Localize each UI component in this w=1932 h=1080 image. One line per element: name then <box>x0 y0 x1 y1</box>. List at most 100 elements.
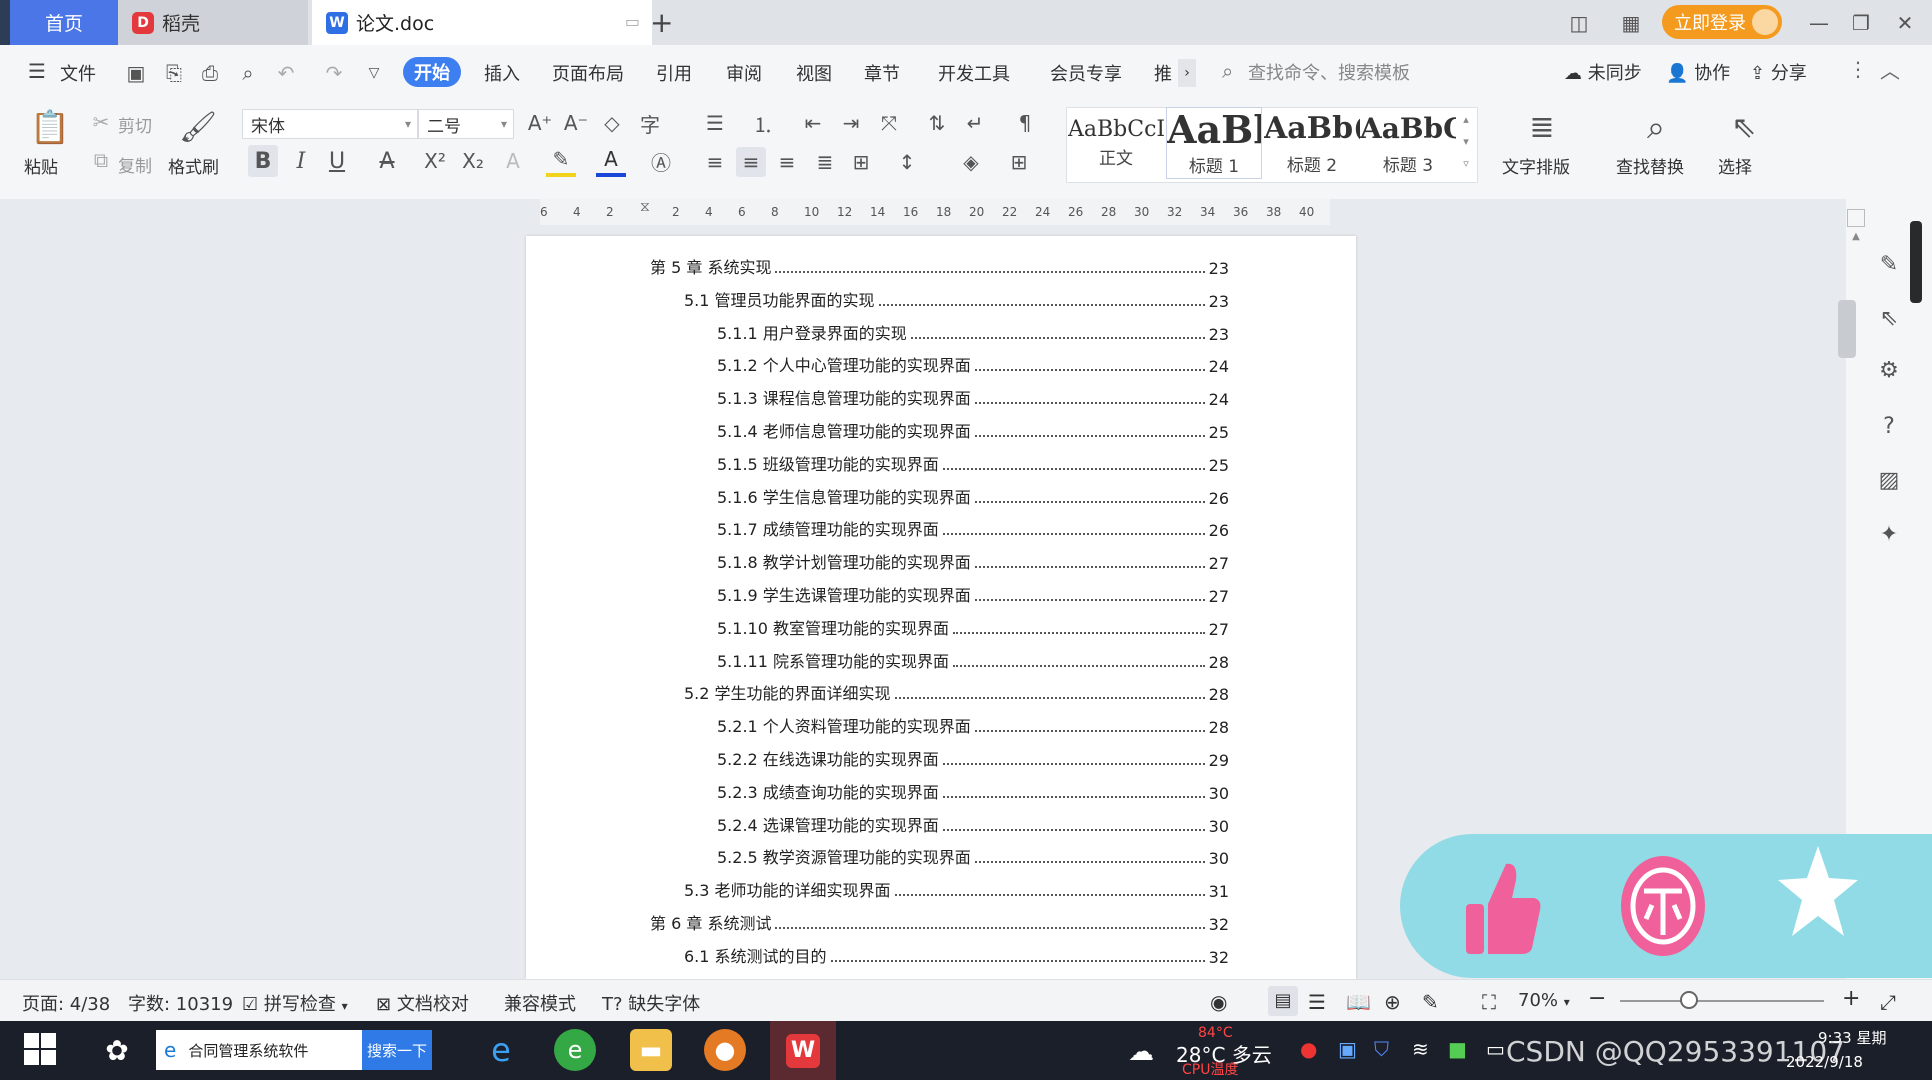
command-search-input[interactable]: 查找命令、搜索模板 <box>1248 59 1410 85</box>
apps-grid-icon[interactable]: ▦ <box>1616 8 1646 38</box>
compat-mode[interactable]: 兼容模式 <box>504 990 576 1016</box>
line-spacing-icon[interactable]: ↕ <box>892 147 922 177</box>
style-heading-1[interactable]: AaBl 标题 1 <box>1166 107 1262 179</box>
windows-start-icon[interactable] <box>24 1033 56 1065</box>
tab-member[interactable]: 会员专享 <box>1050 60 1122 86</box>
sort-icon[interactable]: ⇅ <box>922 109 952 137</box>
tab-page-layout[interactable]: 页面布局 <box>552 60 624 86</box>
paste-icon[interactable]: 📋 <box>30 107 70 147</box>
toc-entry[interactable]: 6.1 系统测试的目的 32 <box>684 945 1229 967</box>
word-count[interactable]: 字数: 10319 <box>128 990 233 1016</box>
new-tab-button[interactable]: + <box>650 6 673 39</box>
coin-icon[interactable] <box>1620 855 1706 957</box>
copy-label[interactable]: 复制 <box>118 152 152 177</box>
tray-nvidia-icon[interactable]: ■ <box>1448 1037 1467 1061</box>
tab-document[interactable]: W 论文.doc ▭ <box>312 0 652 45</box>
cut-label[interactable]: 剪切 <box>118 112 152 137</box>
clear-format-icon[interactable]: ◇ <box>598 109 626 137</box>
toc-entry[interactable]: 5.1.11 院系管理功能的实现界面 28 <box>717 650 1229 672</box>
line-break-icon[interactable]: ↵ <box>960 109 990 137</box>
quick-access-dropdown-icon[interactable]: ▽ <box>362 61 386 85</box>
spell-check-button[interactable]: ☑ 拼写检查 ▾ <box>242 990 348 1016</box>
star-icon[interactable] <box>1776 842 1860 942</box>
more-options-icon[interactable]: ⋮ <box>1848 57 1868 81</box>
tray-shield-icon[interactable]: ⛉ <box>1374 1037 1389 1061</box>
undo-icon[interactable]: ↶ <box>274 61 298 85</box>
scroll-up-icon[interactable]: ▲ <box>1847 231 1865 249</box>
taskbar-search[interactable]: e 合同管理系统软件 搜索一下 <box>156 1030 432 1070</box>
tab-devtools[interactable]: 开发工具 <box>938 60 1010 86</box>
eye-protect-icon[interactable]: ◉ <box>1210 990 1227 1014</box>
tab-daoke[interactable]: D 稻壳 <box>118 0 308 45</box>
find-replace-label[interactable]: 查找替换 <box>1616 153 1684 178</box>
shrink-font-icon[interactable]: A⁻ <box>562 109 590 137</box>
taskbar-search-button[interactable]: 搜索一下 <box>362 1030 432 1070</box>
compass-icon[interactable]: ✦ <box>1874 519 1904 549</box>
font-family-select[interactable]: 宋体 ▾ <box>242 109 418 139</box>
text-layout-label[interactable]: 文字排版 <box>1502 153 1570 178</box>
image-tool-icon[interactable]: ▨ <box>1874 465 1904 495</box>
collapse-ribbon-icon[interactable]: ︿ <box>1880 55 1900 84</box>
strikethrough-icon[interactable]: A <box>372 145 402 177</box>
tab-home[interactable]: 首页 <box>10 0 118 45</box>
tab-reference[interactable]: 引用 <box>656 60 692 86</box>
document-page[interactable]: 第 5 章 系统实现 23 5.1 管理员功能界面的实现 23 5.1.1 用户登录界面… <box>526 236 1356 979</box>
text-direction-icon[interactable]: ⤧ <box>874 109 904 137</box>
web-view-icon[interactable]: ⊕ <box>1384 990 1401 1014</box>
font-color-icon[interactable]: A <box>596 145 626 177</box>
toc-entry[interactable]: 5.2.5 教学资源管理功能的实现界面 30 <box>717 846 1229 868</box>
redo-icon[interactable]: ↷ <box>322 61 346 85</box>
toc-entry[interactable]: 5.2.1 个人资料管理功能的实现界面 28 <box>717 715 1229 737</box>
monitor-icon[interactable]: ▭ <box>625 12 640 31</box>
style-heading-3[interactable]: AaBbC 标题 3 <box>1360 107 1456 179</box>
toc-entry[interactable]: 5.1.6 学生信息管理功能的实现界面 26 <box>717 486 1229 508</box>
distribute-icon[interactable]: ⊞ <box>846 147 876 177</box>
login-button[interactable]: 立即登录 <box>1662 5 1782 39</box>
save-icon[interactable]: ▣ <box>124 61 148 85</box>
text-effect-icon[interactable]: A <box>498 145 528 177</box>
write-mode-icon[interactable]: ✎ <box>1422 990 1439 1014</box>
collab-button[interactable]: 👤 协作 <box>1666 59 1730 85</box>
page-indicator[interactable]: 页面: 4/38 <box>22 990 110 1016</box>
tab-view[interactable]: 视图 <box>796 60 832 86</box>
increase-indent-icon[interactable]: ⇥ <box>836 109 866 137</box>
toc-entry[interactable]: 5.2 学生功能的界面详细实现 28 <box>684 682 1229 704</box>
toc-entry[interactable]: 5.1.2 个人中心管理功能的实现界面 24 <box>717 354 1229 376</box>
align-left-icon[interactable]: ≡ <box>700 147 730 177</box>
toc-entry[interactable]: 5.1 管理员功能界面的实现 23 <box>684 289 1229 311</box>
decrease-indent-icon[interactable]: ⇤ <box>798 109 828 137</box>
side-handle[interactable] <box>1910 221 1922 303</box>
style-heading-2[interactable]: AaBb( 标题 2 <box>1264 107 1360 179</box>
style-normal[interactable]: AaBbCcI 正文 <box>1068 107 1164 179</box>
zoom-in-icon[interactable]: + <box>1842 986 1860 1011</box>
scrollbar-thumb[interactable] <box>1838 300 1856 358</box>
tab-more[interactable]: 推 <box>1154 60 1172 86</box>
toc-entry[interactable]: 5.1.7 成绩管理功能的实现界面 26 <box>717 518 1229 540</box>
char-border-icon[interactable]: Ⓐ <box>646 145 676 177</box>
minimize-icon[interactable]: — <box>1804 8 1834 38</box>
tab-review[interactable]: 审阅 <box>726 60 762 86</box>
reading-view-icon[interactable]: 📖 <box>1346 990 1371 1014</box>
zoom-out-icon[interactable]: − <box>1588 986 1606 1011</box>
print-icon[interactable]: ⎙ <box>198 61 222 85</box>
zoom-slider-handle[interactable] <box>1680 991 1698 1009</box>
toc-entry[interactable]: 5.2.2 在线选课功能的实现界面 29 <box>717 748 1229 770</box>
underline-icon[interactable]: U <box>322 145 352 177</box>
edit-pen-icon[interactable]: ✎ <box>1874 249 1904 279</box>
toc-entry[interactable]: 5.2.3 成绩查询功能的实现界面 30 <box>717 781 1229 803</box>
unsync-button[interactable]: ☁ 未同步 <box>1564 59 1642 85</box>
clock-time[interactable]: 9:33 星期 <box>1818 1027 1886 1048</box>
cut-icon[interactable]: ✂ <box>88 109 114 135</box>
horizontal-ruler[interactable]: 6 4 2 2 4 6 8 10 12 14 16 18 20 22 24 26 28 30 32 34 36 38 40 ⧖ <box>540 199 1330 225</box>
select-label[interactable]: 选择 <box>1718 153 1752 178</box>
fullscreen-icon[interactable]: ⤢ <box>1880 990 1896 1014</box>
clock-date[interactable]: 2022/9/18 <box>1786 1053 1863 1071</box>
text-layout-icon[interactable]: ≣ <box>1522 107 1562 147</box>
toc-entry[interactable]: 5.1.8 教学计划管理功能的实现界面 27 <box>717 551 1229 573</box>
toc-entry[interactable]: 5.1.5 班级管理功能的实现界面 25 <box>717 453 1229 475</box>
zoom-slider-track[interactable] <box>1620 1000 1824 1002</box>
toc-entry[interactable]: 5.2.4 选课管理功能的实现界面 30 <box>717 814 1229 836</box>
bold-icon[interactable]: B <box>248 145 278 177</box>
ie-icon[interactable]: e <box>480 1029 522 1071</box>
tray-app-icon[interactable]: ● <box>1300 1037 1317 1061</box>
